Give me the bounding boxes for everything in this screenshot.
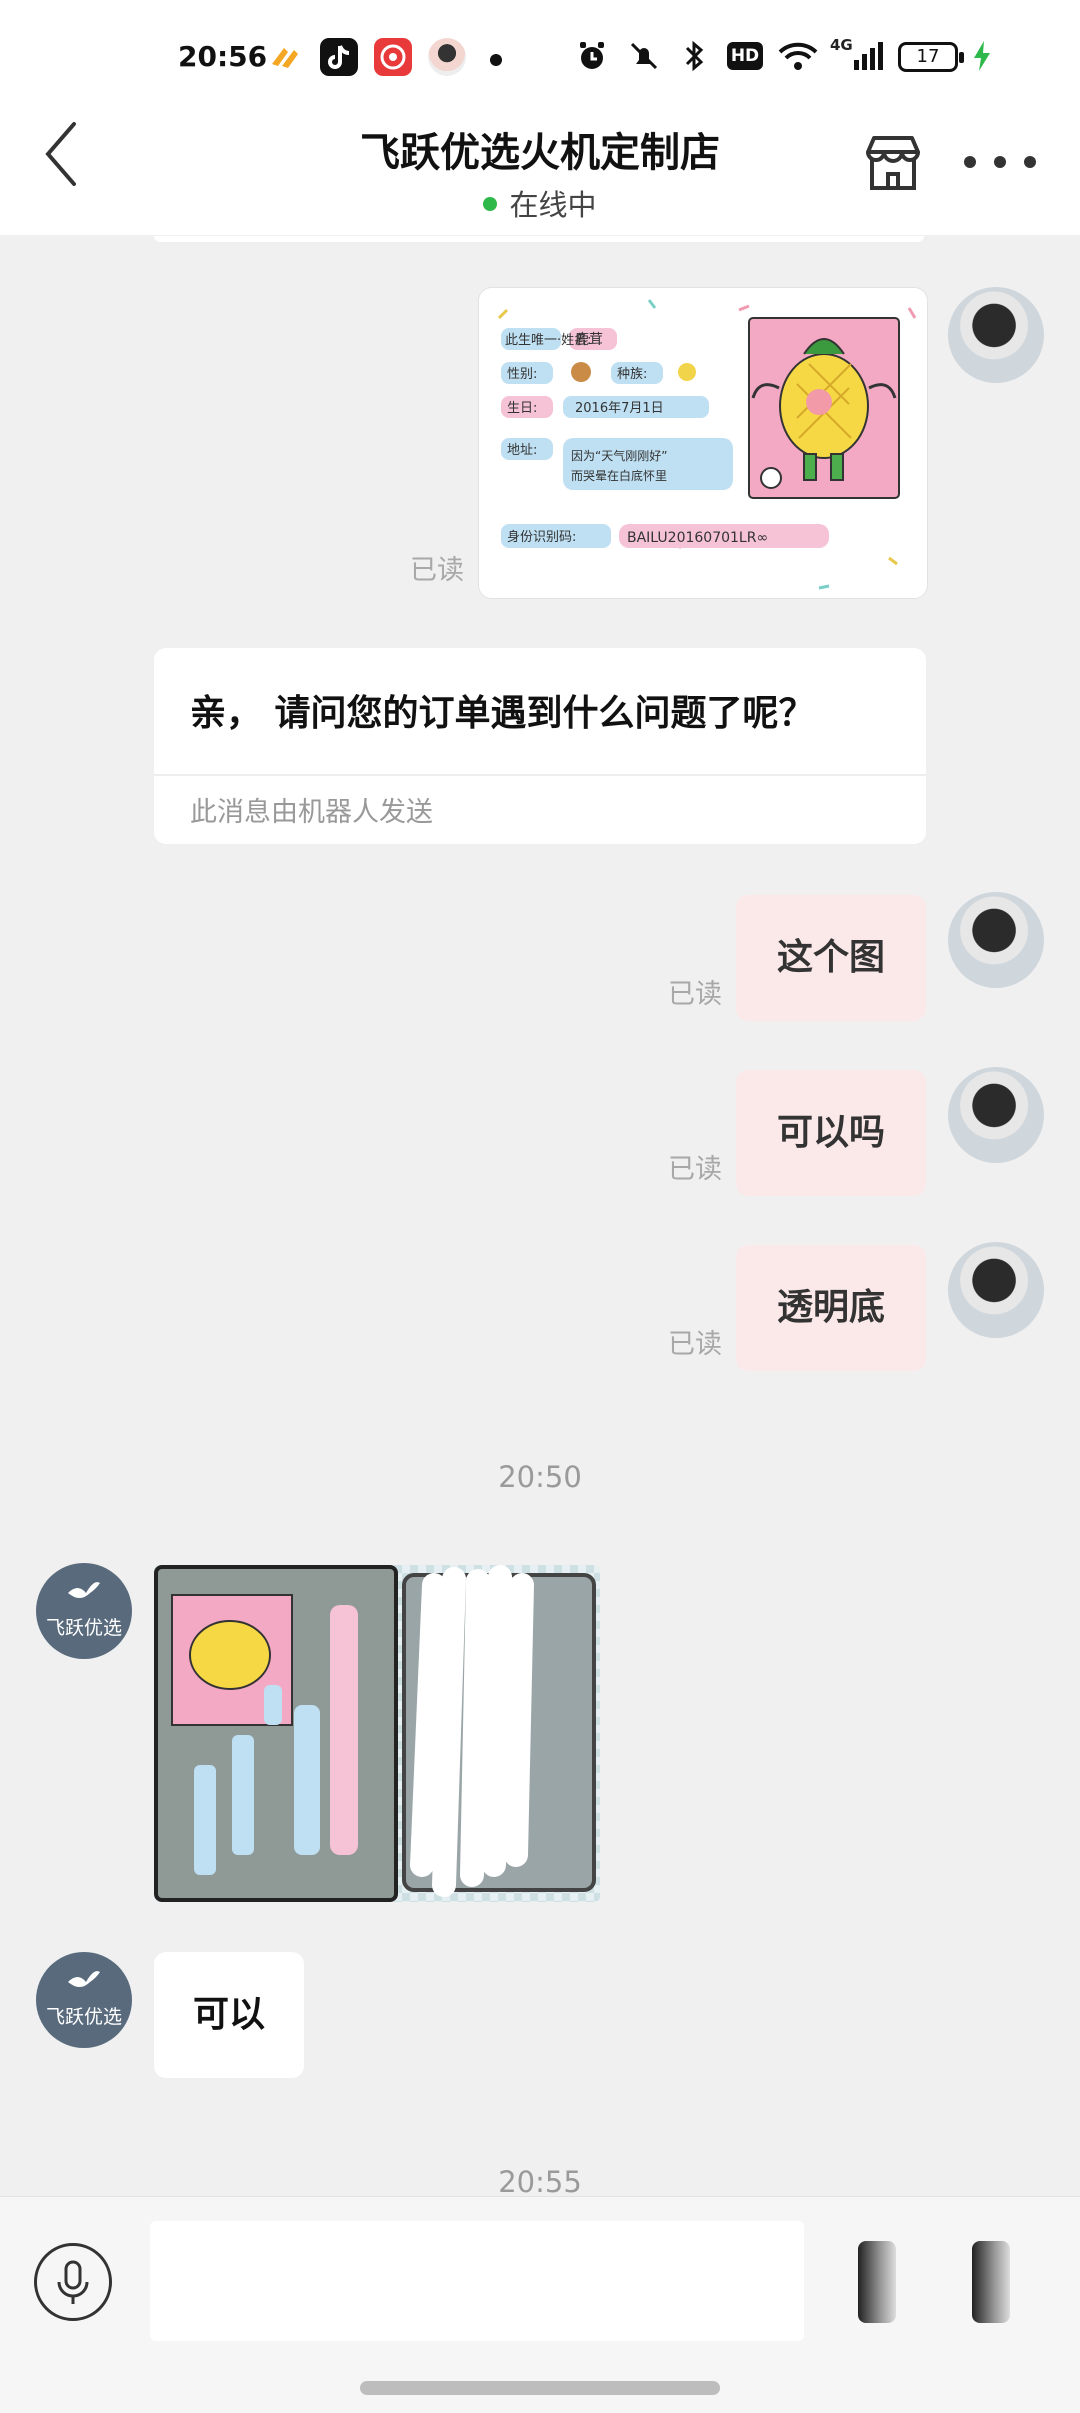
more-options-button[interactable] [964, 156, 1036, 172]
status-bar: 20:56 HD 4G 17 [0, 0, 1080, 120]
charging-icon [970, 36, 994, 76]
shop-avatar[interactable]: 飞跃优选 [36, 1952, 132, 2048]
mute-icon [624, 36, 664, 76]
network-type: 4G [830, 36, 853, 54]
alarm-icon [572, 36, 612, 76]
read-receipt: 已读 [668, 1154, 722, 1185]
bird-logo-icon [68, 1971, 100, 1987]
bird-logo-icon [68, 1582, 100, 1598]
sticker-id-code: BAILU20160701LR∞ [627, 530, 768, 546]
shop-image-message[interactable] [154, 1565, 600, 1902]
store-button[interactable] [860, 130, 926, 196]
timestamp: 20:50 [498, 1460, 582, 1494]
input-bar [0, 2196, 1080, 2413]
message-text: 可以 [192, 1994, 265, 2035]
divider [154, 774, 926, 776]
user-avatar[interactable] [948, 1242, 1044, 1338]
sticker-address-2: 而哭晕在白底怀里 [571, 468, 667, 483]
battery-icon: 17 [898, 42, 964, 72]
bluetooth-icon [676, 36, 712, 76]
message-text: 可以吗 [776, 1112, 885, 1153]
online-dot-icon [483, 197, 498, 211]
more-notifications-dot [490, 54, 502, 66]
microphone-icon [57, 2260, 89, 2304]
battery-level: 17 [916, 46, 940, 67]
sticker-species-label: 种族: [617, 366, 647, 382]
sticker-id-label: 身份识别码: [507, 529, 576, 545]
voice-input-button[interactable] [34, 2243, 112, 2321]
more-dot-icon [1024, 156, 1036, 168]
user-message-bubble[interactable]: 透明底 [736, 1245, 926, 1371]
mockup-image [154, 1565, 600, 1902]
user-avatar[interactable] [948, 287, 1044, 383]
tiktok-icon [320, 38, 358, 76]
user-message-bubble[interactable]: 可以吗 [736, 1070, 926, 1196]
message-input[interactable] [150, 2221, 804, 2341]
timestamp: 20:55 [498, 2165, 582, 2199]
chat-header: 飞跃优选火机定制店 在线中 [0, 120, 1080, 235]
app-icon-red [374, 38, 412, 76]
sticker-birthday-label: 生日: [507, 401, 537, 416]
shop-avatar-name: 飞跃优选 [45, 2006, 122, 2028]
online-label: 在线中 [509, 188, 597, 222]
hd-label: HD [726, 42, 764, 70]
status-time: 20:56 [178, 40, 268, 73]
sticker-gender-label: 性别: [507, 367, 537, 382]
sticker-address-1: 因为“天气刚刚好” [571, 448, 667, 463]
add-attachment-button[interactable] [972, 2241, 1010, 2323]
sticker-address-label: 地址: [507, 443, 537, 458]
robot-footer: 此消息由机器人发送 [190, 797, 433, 828]
user-avatar[interactable] [948, 1067, 1044, 1163]
app-icon-orange [266, 38, 304, 76]
signal-icon: 4G [830, 36, 888, 76]
message-text: 这个图 [776, 937, 885, 978]
sticker-name: 鹿茸 [575, 331, 603, 348]
sticker-birthday: 2016年7月1日 [575, 401, 664, 416]
emoji-button[interactable] [858, 2241, 896, 2323]
sticker-image: 此生唯一·姓名: 鹿茸 性别: 种族: 生日: 2016年7月1日 地址: 因为… [479, 288, 927, 598]
read-receipt: 已读 [410, 555, 464, 586]
sticker-image-message[interactable]: 此生唯一·姓名: 鹿茸 性别: 种族: 生日: 2016年7月1日 地址: 因为… [478, 287, 928, 599]
previous-message-edge [154, 236, 924, 242]
shop-avatar-name: 飞跃优选 [45, 1617, 122, 1639]
shop-message-bubble[interactable]: 可以 [154, 1952, 304, 2078]
avatar-app-icon [428, 38, 466, 76]
robot-message-card: 亲， 请问您的订单遇到什么问题了呢？ 此消息由机器人发送 [154, 648, 926, 844]
read-receipt: 已读 [668, 1329, 722, 1360]
shop-avatar[interactable]: 飞跃优选 [36, 1563, 132, 1659]
user-avatar[interactable] [948, 892, 1044, 988]
more-dot-icon [964, 156, 976, 168]
robot-question: 亲， 请问您的订单遇到什么问题了呢？ [190, 693, 815, 734]
read-receipt: 已读 [668, 979, 722, 1010]
hd-icon: HD [726, 36, 764, 76]
message-text: 透明底 [776, 1287, 885, 1328]
wifi-icon [776, 36, 820, 76]
user-message-bubble[interactable]: 这个图 [736, 895, 926, 1021]
home-indicator[interactable] [360, 2381, 720, 2395]
more-dot-icon [994, 156, 1006, 168]
